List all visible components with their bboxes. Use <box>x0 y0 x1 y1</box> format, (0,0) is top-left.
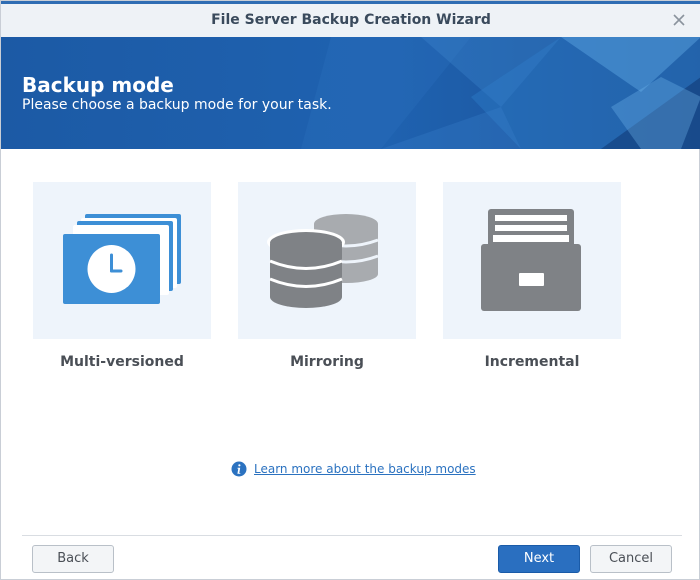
close-button[interactable] <box>671 12 687 28</box>
next-button[interactable]: Next <box>498 545 580 573</box>
wizard-window: File Server Backup Creation Wizard Backu… <box>0 0 700 580</box>
info-icon <box>231 461 247 477</box>
page-title: Backup mode <box>22 73 174 97</box>
stacked-versions-clock-icon <box>63 214 181 304</box>
option-label-multi-versioned: Multi-versioned <box>60 354 184 370</box>
back-button[interactable]: Back <box>32 545 114 573</box>
database-stack-icon <box>267 214 379 308</box>
option-mirroring[interactable] <box>238 182 416 339</box>
cancel-button[interactable]: Cancel <box>590 545 672 573</box>
option-label-incremental: Incremental <box>484 354 580 370</box>
close-icon <box>673 14 685 26</box>
option-label-mirroring: Mirroring <box>290 354 364 370</box>
footer-divider <box>22 535 682 536</box>
window-title: File Server Backup Creation Wizard <box>211 12 491 28</box>
title-bar: File Server Backup Creation Wizard <box>1 4 700 37</box>
learn-more-row: Learn more about the backup modes <box>231 460 476 478</box>
learn-more-link[interactable]: Learn more about the backup modes <box>254 462 476 476</box>
option-multi-versioned[interactable] <box>33 182 211 339</box>
page-subtitle: Please choose a backup mode for your tas… <box>22 97 332 113</box>
file-cabinet-icon <box>481 209 581 311</box>
option-incremental[interactable] <box>443 182 621 339</box>
header-banner: Backup mode Please choose a backup mode … <box>1 37 700 149</box>
